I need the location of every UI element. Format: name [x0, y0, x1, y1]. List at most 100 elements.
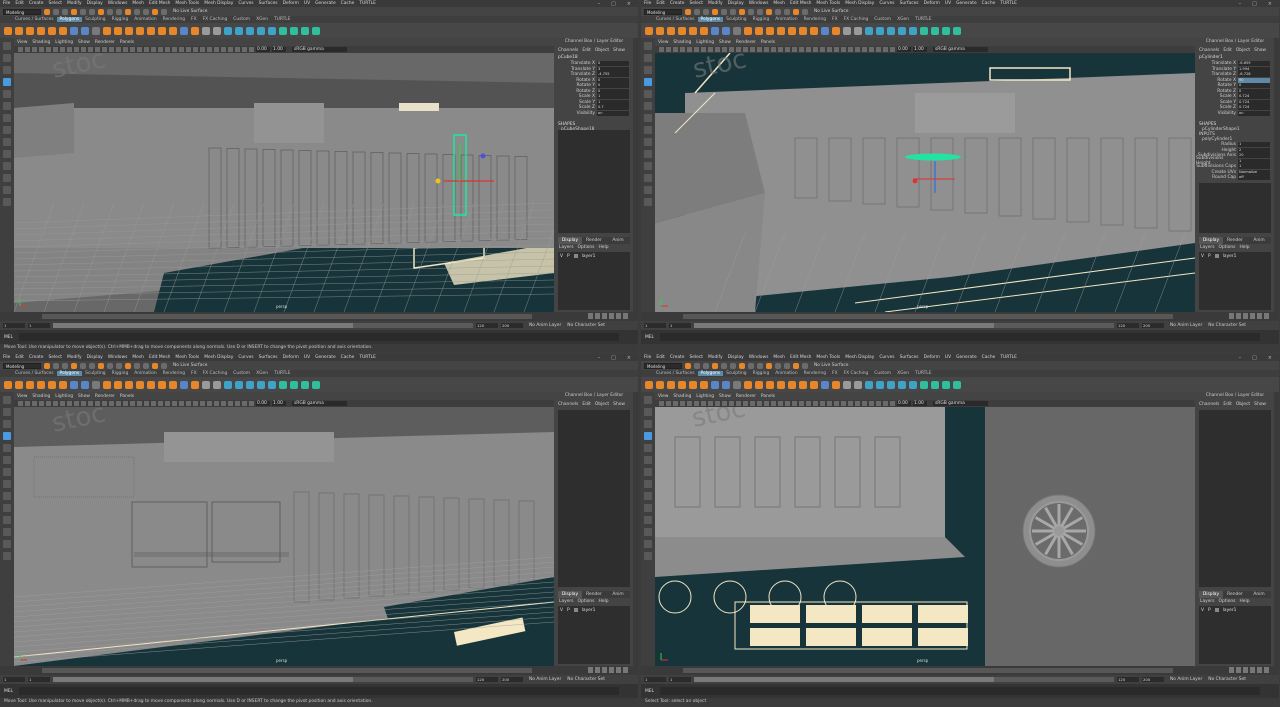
viewport-3d[interactable]: stoc persp: [655, 53, 1195, 312]
status-icon[interactable]: [116, 362, 122, 369]
attribute-editor-tab-strip[interactable]: [633, 392, 638, 666]
panel-menu-item[interactable]: Shading: [32, 394, 50, 399]
panel-toolbar-icon[interactable]: [221, 47, 226, 52]
status-icon[interactable]: [89, 8, 95, 15]
shelf-tool-icon[interactable]: [268, 26, 276, 35]
panel-toolbar-icon[interactable]: [172, 47, 177, 52]
panel-toolbar-icon[interactable]: [165, 401, 170, 406]
shelf-tool-icon[interactable]: [865, 380, 873, 389]
shelf-tool-icon[interactable]: [235, 380, 243, 389]
scale-tool-icon[interactable]: [644, 102, 652, 110]
end-time-field[interactable]: 200: [1142, 677, 1164, 682]
shelf-tool-icon[interactable]: [711, 380, 719, 389]
status-icon[interactable]: [739, 362, 745, 369]
go-end-icon[interactable]: [1264, 667, 1269, 673]
channel-value[interactable]: 3: [597, 66, 629, 72]
shelf-tool-icon[interactable]: [191, 380, 199, 389]
panel-toolbar-icon[interactable]: [848, 47, 853, 52]
panel-toolbar-icon[interactable]: [827, 401, 832, 406]
panel-toolbar-icon[interactable]: [729, 47, 734, 52]
panel-toolbar-icon[interactable]: [869, 47, 874, 52]
menu-item[interactable]: Create: [29, 1, 44, 6]
shelf-tool-icon[interactable]: [733, 380, 741, 389]
shelf-tab[interactable]: Animation: [131, 371, 159, 376]
channel-value[interactable]: 1: [597, 99, 629, 105]
layer-color-swatch[interactable]: [1214, 254, 1219, 258]
panel-toolbar-icon[interactable]: [799, 401, 804, 406]
far-clip-field[interactable]: 1.00: [913, 47, 927, 52]
channel-value[interactable]: 0: [597, 83, 629, 89]
panel-toolbar-icon[interactable]: [46, 47, 51, 52]
panel-toolbar-icon[interactable]: [743, 401, 748, 406]
status-icon[interactable]: [53, 8, 59, 15]
shelf-tool-icon[interactable]: [942, 380, 950, 389]
menu-item[interactable]: Mesh Tools: [816, 355, 840, 360]
shelf-tool-icon[interactable]: [59, 26, 67, 35]
shelf-tool-icon[interactable]: [4, 26, 12, 35]
layer-menu-item[interactable]: Options: [1219, 245, 1236, 251]
mel-label[interactable]: MEL: [4, 689, 13, 694]
shelf-tool-icon[interactable]: [722, 380, 730, 389]
channel-value[interactable]: 0.724: [1238, 105, 1270, 111]
panel-menu-item[interactable]: Lighting: [696, 394, 714, 399]
status-icon[interactable]: [748, 362, 754, 369]
status-icon[interactable]: [53, 362, 59, 369]
shelf-tool-icon[interactable]: [290, 26, 298, 35]
status-icon[interactable]: [802, 362, 808, 369]
channel-menu-item[interactable]: Show: [613, 402, 625, 407]
panel-toolbar-icon[interactable]: [60, 47, 65, 52]
menu-item[interactable]: Curves: [238, 355, 253, 360]
layout-side-icon[interactable]: [644, 150, 652, 158]
menu-item[interactable]: Surfaces: [900, 355, 919, 360]
channel-menu-item[interactable]: Channels: [558, 402, 578, 407]
shelf-tool-icon[interactable]: [799, 380, 807, 389]
shelf-tool-icon[interactable]: [224, 380, 232, 389]
menu-item[interactable]: Mesh: [132, 355, 144, 360]
panel-toolbar-icon[interactable]: [813, 401, 818, 406]
panel-toolbar-icon[interactable]: [200, 401, 205, 406]
shelf-tool-icon[interactable]: [235, 26, 243, 35]
panel-menu-item[interactable]: Panels: [761, 40, 775, 45]
panel-toolbar-icon[interactable]: [165, 47, 170, 52]
shelf-tool-icon[interactable]: [158, 26, 166, 35]
panel-menu-item[interactable]: Show: [719, 394, 731, 399]
channel-value[interactable]: 0.724: [1238, 94, 1270, 100]
start-time-field[interactable]: 1: [644, 323, 666, 328]
layout-four-icon[interactable]: [644, 492, 652, 500]
panel-toolbar-icon[interactable]: [123, 401, 128, 406]
attribute-editor-tab-strip[interactable]: [1274, 392, 1279, 666]
input-value[interactable]: 20: [1238, 153, 1270, 159]
layer-tab[interactable]: Anim: [606, 237, 630, 244]
status-icon[interactable]: [748, 8, 754, 15]
menu-item[interactable]: Mesh Display: [845, 1, 874, 6]
shelf-tool-icon[interactable]: [202, 380, 210, 389]
menu-item[interactable]: Select: [48, 1, 62, 6]
menu-item[interactable]: UV: [304, 355, 310, 360]
panel-toolbar-icon[interactable]: [855, 401, 860, 406]
shelf-tool-icon[interactable]: [48, 26, 56, 35]
panel-menu-item[interactable]: Renderer: [95, 394, 115, 399]
layout-single-icon[interactable]: [644, 126, 652, 134]
shelf-tool-icon[interactable]: [169, 26, 177, 35]
viewport-3d[interactable]: stoc persp: [655, 407, 1195, 666]
step-back-icon[interactable]: [1236, 667, 1241, 673]
panel-menu-item[interactable]: Renderer: [95, 40, 115, 45]
move-tool-icon[interactable]: [3, 78, 11, 86]
viewport-scene[interactable]: stoc: [655, 407, 1195, 666]
select-tool-icon[interactable]: [3, 396, 11, 404]
status-icon[interactable]: [107, 8, 113, 15]
shelf-tool-icon[interactable]: [268, 380, 276, 389]
outliner-icon[interactable]: [644, 174, 652, 182]
rotate-tool-icon[interactable]: [3, 90, 11, 98]
outliner-icon[interactable]: [3, 528, 11, 536]
channel-menu-item[interactable]: Edit: [582, 402, 591, 407]
shelf-tab[interactable]: Sculpting: [82, 17, 109, 22]
panel-toolbar-icon[interactable]: [25, 401, 30, 406]
menu-item[interactable]: Mesh: [773, 1, 785, 6]
shelf-tool-icon[interactable]: [656, 380, 664, 389]
status-icon[interactable]: [712, 362, 718, 369]
panel-toolbar-icon[interactable]: [151, 47, 156, 52]
shelf-tab[interactable]: Animation: [772, 17, 800, 22]
range-slider-bar[interactable]: [694, 677, 1114, 682]
menu-item[interactable]: Cache: [982, 355, 996, 360]
